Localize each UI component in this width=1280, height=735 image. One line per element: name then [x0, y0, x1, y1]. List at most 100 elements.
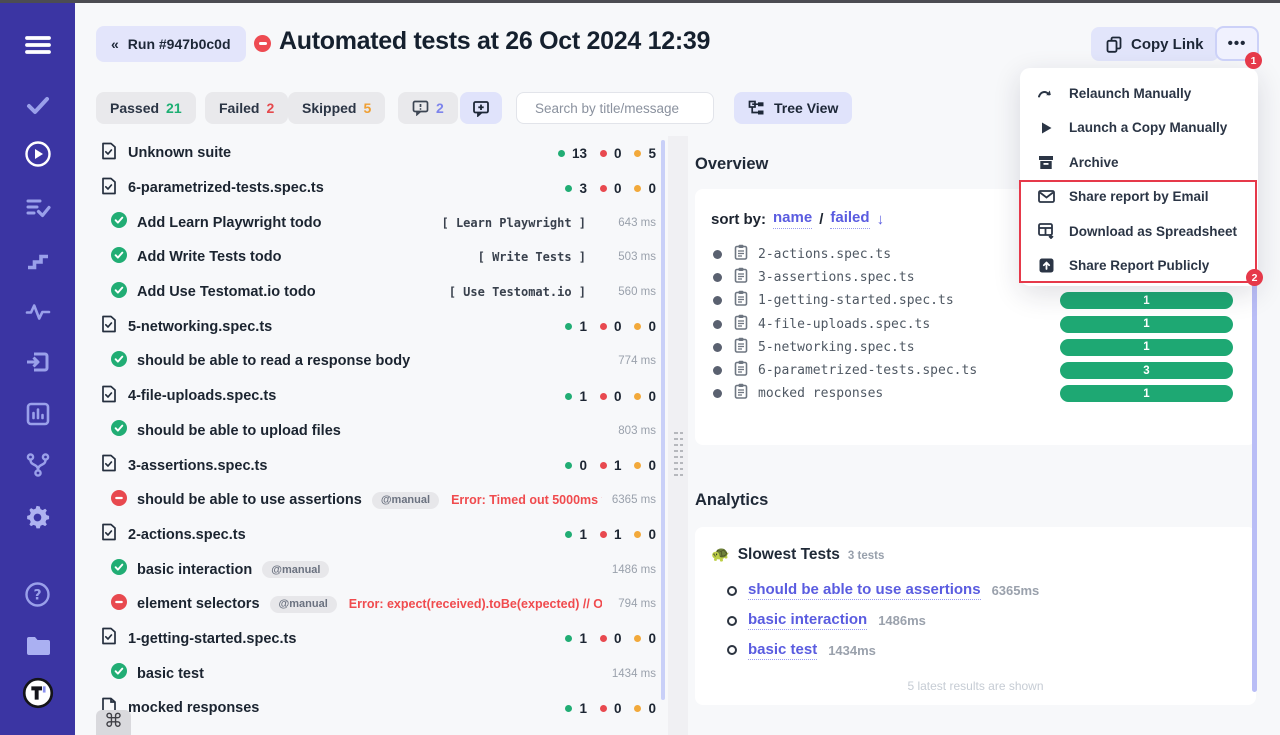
overview-suite-row[interactable]: mocked responses1 — [695, 382, 1256, 405]
test-row[interactable]: should be able to upload files803 ms — [96, 414, 656, 449]
menu-item-archive[interactable]: Archive — [1020, 145, 1258, 180]
sidebar-item-branch-icon[interactable] — [22, 449, 54, 481]
sidebar: ? — [0, 3, 75, 735]
sidebar-item-testomat-logo[interactable] — [22, 677, 54, 709]
search-field — [516, 92, 714, 124]
filter-failed-button[interactable]: Failed 2 — [205, 92, 288, 124]
sort-by-name-link[interactable]: name — [773, 209, 812, 229]
menu-item-launch-a-copy-manually[interactable]: Launch a Copy Manually — [1020, 111, 1258, 146]
slowest-test-link[interactable]: basic test — [748, 641, 817, 660]
suite-row[interactable]: 4-file-uploads.spec.ts100 — [96, 379, 656, 414]
run-back-button[interactable]: « Run #947b0c0d — [96, 26, 246, 62]
test-row[interactable]: should be able to use assertions@manualE… — [96, 483, 656, 518]
search-input[interactable] — [535, 101, 712, 116]
test-row[interactable]: basic test1434 ms — [96, 656, 656, 691]
suite-counts: 110 — [565, 527, 656, 542]
suite-title: Unknown suite — [128, 145, 231, 161]
menu-item-share-report-by-email[interactable]: Share report by Email — [1020, 180, 1258, 215]
failed-count: 1 — [614, 527, 622, 542]
test-row[interactable]: element selectors@manualError: expect(re… — [96, 587, 656, 622]
test-row[interactable]: basic interaction@manual1486 ms — [96, 552, 656, 587]
passed-count: 1 — [579, 631, 587, 646]
test-title: basic interaction — [137, 562, 252, 578]
menu-item-share-report-publicly[interactable]: Share Report Publicly — [1020, 249, 1258, 284]
filter-passed-button[interactable]: Passed 21 — [96, 92, 196, 124]
suite-row[interactable]: 6-parametrized-tests.spec.ts300 — [96, 171, 656, 206]
sidebar-item-pulse-icon[interactable] — [22, 295, 54, 327]
overview-suite-row[interactable]: 5-networking.spec.ts1 — [695, 336, 1256, 359]
test-duration: 503 ms — [600, 251, 656, 263]
overview-heading: Overview — [695, 155, 768, 174]
test-row[interactable]: Add Write Tests todo[ Write Tests ]503 m… — [96, 240, 656, 275]
suite-counts: 100 — [565, 631, 656, 646]
sidebar-item-run-play-icon[interactable] — [22, 138, 54, 170]
email-icon — [1037, 190, 1055, 203]
sidebar-item-settings-gear-icon[interactable] — [22, 501, 54, 533]
suite-row[interactable]: 5-networking.spec.ts100 — [96, 309, 656, 344]
skipped-dot-icon — [634, 393, 641, 400]
status-passed-icon — [111, 247, 127, 268]
status-failed-icon — [111, 490, 127, 511]
bullet-icon — [713, 296, 722, 305]
suite-row[interactable]: mocked responses100 — [96, 691, 656, 726]
failed-label: Failed — [219, 100, 259, 116]
overview-suite-name: 5-networking.spec.ts — [758, 340, 915, 355]
suite-row[interactable]: 1-getting-started.spec.ts100 — [96, 622, 656, 657]
slowest-test-duration: 6365ms — [992, 583, 1040, 598]
slowest-tests-header: 🐢 Slowest Tests 3 tests — [711, 545, 884, 564]
sidebar-item-menu-icon[interactable] — [22, 29, 54, 61]
passed-count: 13 — [572, 146, 587, 161]
suite-row[interactable]: Unknown suite1305 — [96, 136, 656, 171]
overview-suite-row[interactable]: 6-parametrized-tests.spec.ts3 — [695, 359, 1256, 382]
analytics-card: 🐢 Slowest Tests 3 tests should be able t… — [695, 527, 1256, 705]
overview-suite-row[interactable]: 1-getting-started.spec.ts1 — [695, 289, 1256, 312]
failed-count: 1 — [614, 458, 622, 473]
skipped-count: 0 — [648, 701, 656, 716]
clipboard-icon — [722, 360, 748, 381]
overview-suite-row[interactable]: 4-file-uploads.spec.ts1 — [695, 313, 1256, 336]
play-icon — [1037, 121, 1055, 135]
sidebar-item-help-icon[interactable]: ? — [22, 578, 54, 610]
test-row[interactable]: Add Learn Playwright todo[ Learn Playwri… — [96, 205, 656, 240]
tree-view-button[interactable]: Tree View — [734, 92, 852, 124]
slowest-test-link[interactable]: basic interaction — [748, 611, 867, 630]
menu-item-relaunch-manually[interactable]: Relaunch Manually — [1020, 76, 1258, 111]
sort-separator: / — [819, 211, 823, 228]
right-panel-scrollbar[interactable] — [1252, 262, 1257, 692]
skipped-dot-icon — [634, 323, 641, 330]
test-tree: Unknown suite 13 0 5 6-parametrized-tests.sp… — [96, 136, 656, 726]
sidebar-item-analytics-chart-icon[interactable] — [22, 398, 54, 430]
sidebar-item-tasks-check-icon[interactable] — [22, 89, 54, 121]
passed-dot-icon — [565, 462, 572, 469]
skipped-count: 5 — [648, 146, 656, 161]
sidebar-item-docs-folder-icon[interactable] — [22, 629, 54, 661]
failed-dot-icon — [600, 462, 607, 469]
clipboard-icon — [722, 337, 748, 358]
test-list-scrollbar[interactable] — [661, 140, 665, 700]
suite-row[interactable]: 3-assertions.spec.ts010 — [96, 448, 656, 483]
failed-count: 0 — [614, 631, 622, 646]
filter-skipped-button[interactable]: Skipped 5 — [288, 92, 385, 124]
comments-count: 2 — [436, 100, 444, 116]
panel-resize-handle[interactable] — [674, 432, 683, 480]
sort-by-failed-link[interactable]: failed — [830, 209, 869, 229]
comments-filter-button[interactable]: 2 — [398, 92, 458, 124]
sidebar-item-test-list-icon[interactable] — [22, 191, 54, 223]
status-passed-icon — [111, 420, 127, 441]
menu-item-label: Share Report Publicly — [1069, 258, 1209, 273]
menu-item-download-as-spreadsheet[interactable]: Download as Spreadsheet — [1020, 214, 1258, 249]
sidebar-item-steps-icon[interactable] — [22, 243, 54, 275]
sidebar-item-import-icon[interactable] — [22, 346, 54, 378]
add-comment-button[interactable] — [460, 92, 502, 124]
suite-row[interactable]: 2-actions.spec.ts110 — [96, 518, 656, 553]
test-row[interactable]: should be able to read a response body77… — [96, 344, 656, 379]
slowest-test-link[interactable]: should be able to use assertions — [748, 581, 981, 600]
copy-link-button[interactable]: Copy Link — [1091, 27, 1219, 61]
passed-dot-icon — [565, 705, 572, 712]
test-duration: 643 ms — [600, 217, 656, 229]
test-duration: 560 ms — [600, 286, 656, 298]
bullet-icon — [713, 366, 722, 375]
suite-counts: 100 — [565, 389, 656, 404]
test-title: Add Use Testomat.io todo — [137, 284, 316, 300]
test-row[interactable]: Add Use Testomat.io todo[ Use Testomat.i… — [96, 275, 656, 310]
